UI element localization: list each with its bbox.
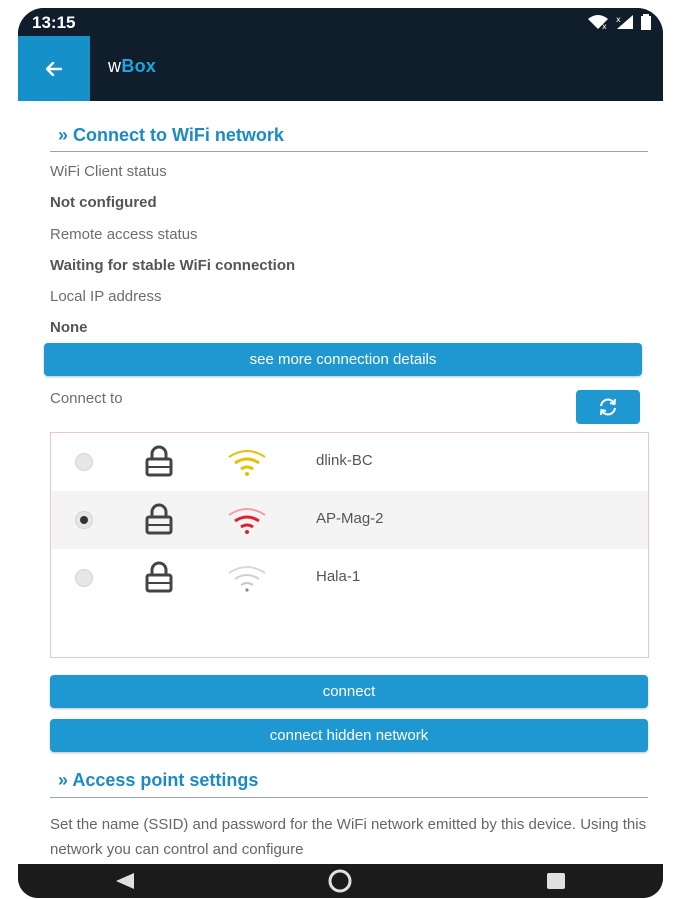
svg-text:x: x: [602, 22, 607, 30]
recents-square-icon[interactable]: [545, 871, 567, 891]
wifi-signal-icon: [228, 566, 266, 592]
back-triangle-icon[interactable]: [114, 872, 136, 890]
local-ip-value: None: [50, 319, 88, 336]
client-status-value: Not configured: [50, 194, 157, 211]
ap-section-title: » Access point settings: [58, 770, 259, 790]
refresh-icon: [600, 398, 616, 416]
lock-icon: [145, 561, 173, 593]
refresh-button[interactable]: [576, 390, 640, 424]
network-row-dlink-bc[interactable]: dlink-BC: [51, 433, 648, 491]
back-button[interactable]: [18, 36, 90, 101]
local-ip-label: Local IP address: [50, 288, 162, 305]
network-name: Hala-1: [316, 568, 361, 585]
app-title-prefix: w: [108, 56, 122, 76]
network-radio[interactable]: [75, 511, 93, 529]
connect-to-label: Connect to: [50, 390, 123, 407]
app-title: wBox: [108, 56, 156, 77]
android-nav-bar: [18, 864, 663, 898]
wifi-status-icon: x: [588, 15, 608, 30]
network-name: dlink-BC: [316, 452, 373, 469]
main-content[interactable]: » Connect to WiFi network WiFi Client st…: [18, 101, 663, 864]
app-title-brand: Box: [121, 56, 157, 76]
network-radio[interactable]: [75, 569, 93, 587]
phone-frame: 13:15 x x wBox » Connect to WiFi network…: [18, 8, 663, 898]
wifi-signal-icon: [228, 450, 266, 476]
client-status-label: WiFi Client status: [50, 163, 167, 180]
network-radio[interactable]: [75, 453, 93, 471]
network-name: AP-Mag-2: [316, 510, 384, 527]
lock-icon: [145, 445, 173, 477]
remote-status-value: Waiting for stable WiFi connection: [50, 257, 296, 274]
status-time: 13:15: [32, 13, 76, 32]
network-row-hala-1[interactable]: Hala-1: [51, 549, 648, 607]
ap-section-description: Set the name (SSID) and password for the…: [50, 816, 647, 858]
svg-text:x: x: [616, 15, 621, 24]
connection-details-button[interactable]: see more connection details: [44, 343, 642, 376]
network-row-ap-mag-2[interactable]: AP-Mag-2: [51, 491, 648, 549]
lock-icon: [145, 503, 173, 535]
status-bar: 13:15 x x: [18, 8, 663, 36]
network-list: dlink-BC AP-Mag-2 Hala-1: [50, 432, 649, 658]
app-bar: wBox: [18, 36, 663, 101]
back-arrow-icon: [46, 61, 62, 76]
status-icons: x x: [587, 14, 651, 30]
signal-icon: x: [616, 15, 633, 29]
section-divider: [50, 151, 648, 152]
home-circle-icon[interactable]: [327, 868, 353, 894]
battery-icon: [641, 14, 651, 30]
remote-status-label: Remote access status: [50, 226, 198, 243]
wifi-section-title: » Connect to WiFi network: [58, 125, 284, 145]
connect-hidden-network-button[interactable]: connect hidden network: [50, 719, 648, 752]
wifi-signal-icon: [228, 508, 266, 534]
connect-button[interactable]: connect: [50, 675, 648, 708]
section-divider: [50, 797, 648, 798]
